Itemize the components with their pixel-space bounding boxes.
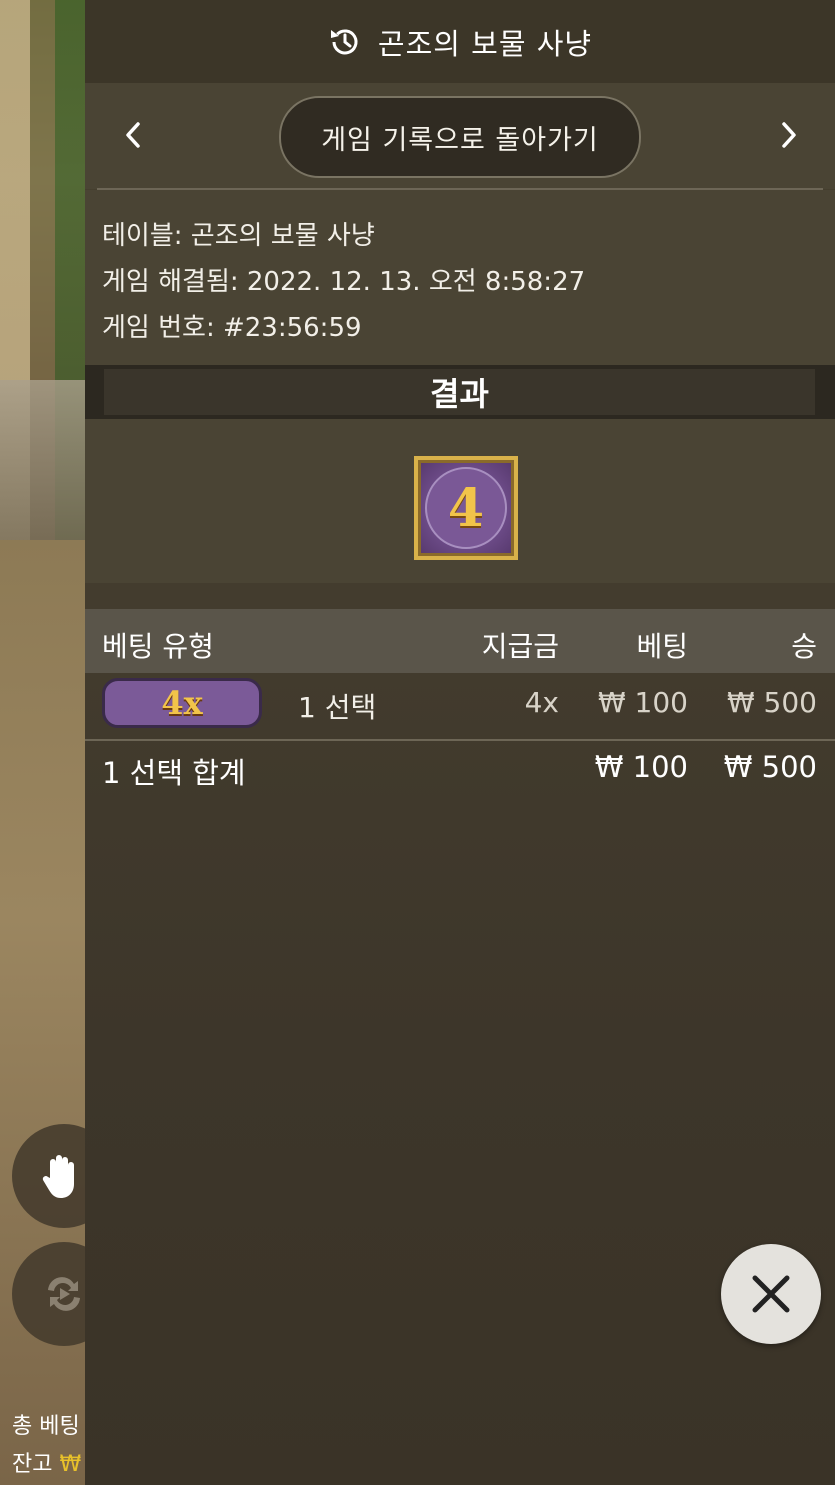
page-title: 곤조의 보물 사냥	[377, 26, 593, 61]
bet-table-header: 베팅 유형 지급금 베팅 승	[85, 609, 835, 673]
bet-amount: ₩ 100	[597, 686, 688, 719]
total-row: 1 선택 합계 ₩ 100 ₩ 500	[85, 742, 835, 802]
navigation-row: 게임 기록으로 돌아가기	[85, 83, 835, 189]
back-to-history-button[interactable]: 게임 기록으로 돌아가기	[279, 96, 641, 178]
close-button[interactable]	[721, 1244, 821, 1344]
bet-payout: 4x	[524, 686, 559, 719]
header-payout: 지급금	[481, 630, 559, 663]
result-value: 4	[425, 467, 507, 549]
header-bet: 베팅	[636, 630, 688, 663]
total-bet-label: 총 베팅	[12, 1414, 80, 1439]
balance-text: 잔고 ₩	[12, 1446, 81, 1478]
bet-win: ₩ 500	[726, 686, 817, 719]
autoplay-icon	[48, 1277, 80, 1311]
header-bet-type: 베팅 유형	[102, 630, 214, 663]
table-name: 테이블: 곤조의 보물 사냥	[102, 221, 375, 251]
divider	[97, 188, 823, 190]
game-number: 게임 번호: #23:56:59	[102, 313, 362, 343]
next-game-button[interactable]	[771, 117, 807, 153]
previous-game-button[interactable]	[115, 117, 151, 153]
result-heading: 결과	[104, 369, 815, 415]
total-bet: ₩ 100	[594, 750, 688, 784]
row-divider	[85, 739, 835, 741]
bet-selection: 1 선택	[298, 691, 377, 724]
balance-currency: ₩	[59, 1452, 82, 1477]
background-scenery	[0, 0, 90, 540]
chevron-left-icon	[126, 122, 140, 148]
balance-label: 잔고	[12, 1452, 53, 1477]
result-header: 결과	[85, 365, 835, 419]
history-icon	[330, 28, 358, 54]
total-win: ₩ 500	[723, 750, 817, 784]
result-tile: 4	[414, 456, 518, 560]
panel-header: 곤조의 보물 사냥	[85, 0, 835, 83]
bet-type-chip: 4x	[102, 678, 262, 728]
header-win: 승	[791, 630, 817, 663]
screen: 총 베팅 잔고 ₩ 곤조의 보물 사냥 게임 기록으로 돌아가기 테이블: 곤조…	[0, 0, 835, 1485]
game-resolved-time: 게임 해결됨: 2022. 12. 13. 오전 8:58:27	[102, 267, 586, 297]
history-panel: 곤조의 보물 사냥 게임 기록으로 돌아가기 테이블: 곤조의 보물 사냥 게임…	[85, 0, 835, 1485]
table-row: 4x 1 선택 4x ₩ 100 ₩ 500	[85, 674, 835, 740]
hand-icon	[42, 1155, 74, 1198]
close-icon	[752, 1275, 790, 1313]
result-area: 4	[85, 419, 835, 583]
total-label: 1 선택 합계	[102, 756, 246, 790]
chevron-right-icon	[782, 122, 796, 148]
